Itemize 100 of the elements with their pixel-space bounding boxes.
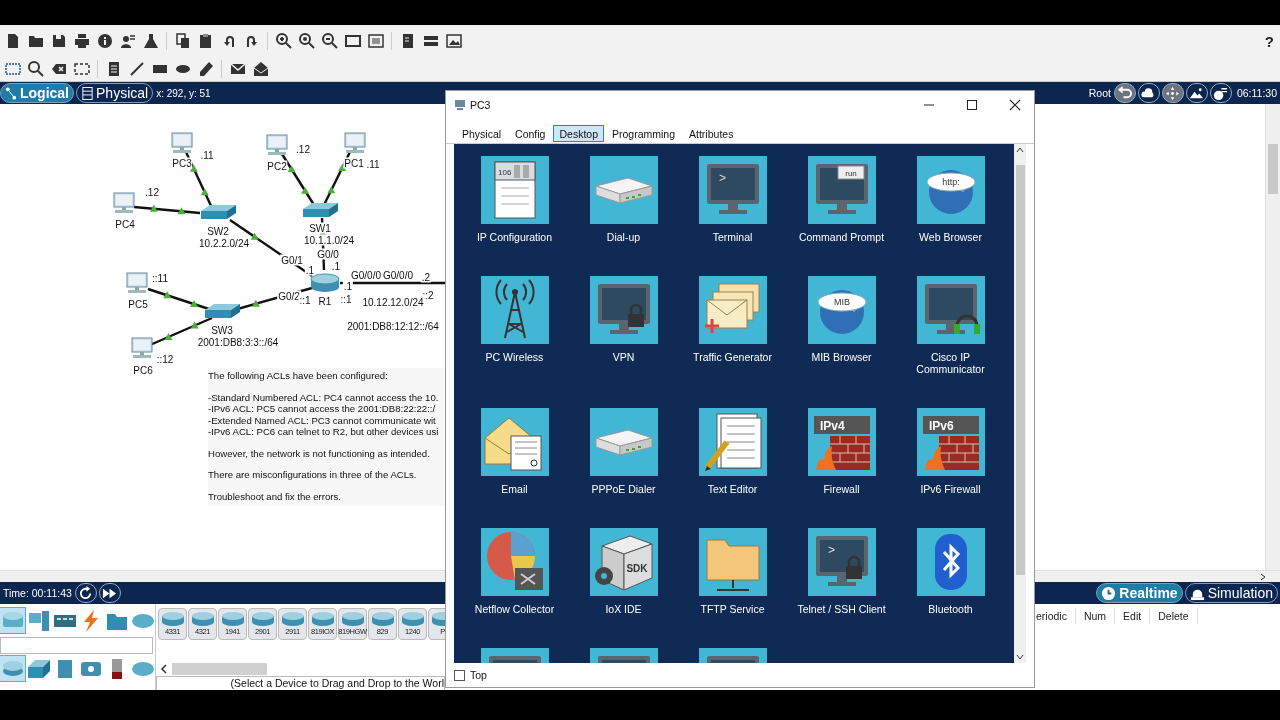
router-icon [400,611,425,627]
open-envelope-icon [252,61,269,77]
help-button[interactable]: ? [1258,32,1280,50]
user-icon [119,33,136,49]
window-button[interactable] [344,32,361,50]
app-launcher[interactable]: IPv4 Firewall [787,408,896,528]
column-header: Delete [1158,608,1198,624]
topology-label: SW2 [206,225,230,237]
clock-icon [1101,585,1117,601]
reset-icon [78,585,94,601]
resize-button[interactable] [73,60,90,78]
app-launcher[interactable]: PC Wireless [460,276,569,408]
note-text: -Extended Named ACL: PC3 cannot communicate wit [208,414,437,426]
note-text: -IPv6 ACL: PC6 can telnet to R2, but other devices usi [208,426,440,438]
topology-label: PC4 [114,218,136,230]
window-tab[interactable]: Attributes [683,125,740,142]
logical-view-tab[interactable]: Logical [0,83,74,103]
envelopes-icon [698,276,767,344]
app-launcher[interactable]: VPN [569,276,678,408]
horizontal-scrollbar[interactable] [0,570,445,582]
close-icon [1008,99,1021,111]
app-launcher[interactable]: Dial-up [569,156,678,276]
scroll-up-icon[interactable] [1016,147,1024,153]
realtime-mode-tab[interactable]: Realtime [1096,583,1183,603]
switch-icon[interactable] [201,205,236,219]
zoom-in-button[interactable] [275,32,292,50]
zoom-out-button[interactable] [321,32,338,50]
router-icon [280,611,305,627]
pen-button[interactable] [197,60,214,78]
resize-icon [73,61,90,77]
info-icon [96,33,113,49]
topology-label: .1 [330,260,342,272]
window-tab[interactable]: Physical [456,125,508,142]
note-text: -IPv6 ACL: PC5 cannot access the 2001:DB8:22:22::/ [208,403,437,415]
scroll-down-icon[interactable] [1016,654,1024,660]
zoom-out-icon [321,33,338,49]
app-launcher[interactable]: PPPoE Dialer [569,408,678,528]
note-text: The following ACLs have been configured: [208,370,389,382]
vertical-scrollbar[interactable] [1014,144,1026,663]
switch-icon[interactable] [205,304,240,318]
app-launcher[interactable]: Bluetooth [896,528,1005,648]
window-tab[interactable]: Programming [606,125,682,142]
folder-icon [698,528,767,596]
modem-icon [589,156,658,224]
app-launcher[interactable]: 106 IP Configuration [460,156,569,276]
note-text: -Standard Numbered ACL: PC4 cannot access the 10. [208,391,440,403]
router-icon [370,611,395,627]
app-launcher[interactable]: http: Web Browser [896,156,1005,276]
copy-button[interactable] [174,32,191,50]
top-checkbox[interactable]: Top [454,669,487,681]
command-prompt-icon: run [807,156,876,224]
app-launcher[interactable]: TFTP Service [678,528,787,648]
scrollbar-track[interactable] [1035,570,1280,582]
app-launcher[interactable]: Cisco IP Communicator [896,276,1005,408]
app-launcher[interactable]: Text Editor [678,408,787,528]
router-icon [190,611,215,627]
open-envelope-button[interactable] [252,60,269,78]
cursor-coordinates: x: 292, y: 51 [156,87,211,99]
app-launcher[interactable]: Email [460,408,569,528]
move-button[interactable] [1161,83,1184,103]
app-launcher[interactable]: > Terminal [678,156,787,276]
app-launcher[interactable]: SDK IoX IDE [569,528,678,648]
vertical-scrollbar[interactable] [1265,104,1280,570]
app-launcher[interactable]: Netflow Collector [460,528,569,648]
save-button[interactable] [50,32,67,50]
window-tab[interactable]: Config [509,125,552,142]
window-tab[interactable]: Desktop [553,125,604,142]
topology-label: SW1 [308,222,332,234]
root-label: Root [1088,87,1111,99]
topology-label: PC6 [132,364,154,376]
bluetooth-icon [916,528,985,596]
app-launcher[interactable]: run Command Prompt [787,156,896,276]
select-button[interactable] [4,60,21,78]
topology-label: .2 [420,271,432,283]
topology-label: .11 [365,158,381,170]
router-icon[interactable] [310,273,340,292]
user-button[interactable] [119,32,136,50]
info-button[interactable] [96,32,113,50]
copy-icon [174,33,191,49]
image-button[interactable] [445,32,462,50]
topology-label: ::1 [339,293,353,305]
app-launcher[interactable]: IPv6 IPv6 Firewall [896,408,1005,528]
device-search-field[interactable] [0,637,153,654]
paste-button[interactable] [197,32,214,50]
zoom-reset-button[interactable] [298,32,315,50]
line-button[interactable] [128,60,145,78]
flask-button[interactable] [142,32,159,50]
app-launcher[interactable]: MIB MIB Browser [787,276,896,408]
scroll-left-icon[interactable] [160,664,168,674]
back-button[interactable] [1113,83,1136,103]
topology-label: 10.1.1.0/24 [303,234,355,246]
globe-icon: http: [916,156,985,224]
scroll-right-icon[interactable] [1260,572,1266,581]
app-launcher[interactable]: > Telnet / SSH Client [787,528,896,648]
switch-icon[interactable] [303,203,338,217]
search-button[interactable] [27,60,44,78]
print-button[interactable] [73,32,90,50]
mountain-icon [1189,85,1205,101]
maximize-icon [965,99,978,111]
app-launcher[interactable]: Traffic Generator [678,276,787,408]
